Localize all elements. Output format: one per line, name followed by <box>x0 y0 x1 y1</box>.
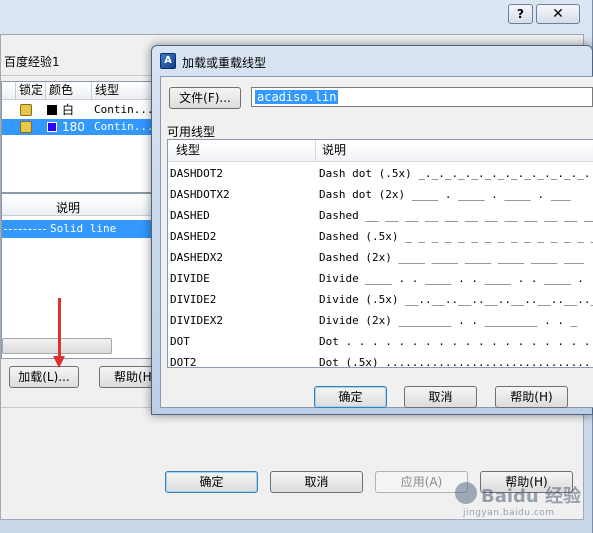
list-item[interactable]: DOT2 Dot (.5x) .........................… <box>168 352 593 368</box>
baidu-paw-icon <box>455 482 477 504</box>
watermark-brand: Baidu 经验 <box>481 486 582 507</box>
list-item[interactable]: DIVIDE Divide ____ . . ____ . . ____ . .… <box>168 268 593 289</box>
details-row-selected[interactable]: Solid line <box>2 220 157 238</box>
linetype-desc: Dashed __ __ __ __ __ __ __ __ __ __ __ … <box>319 209 593 222</box>
available-linetypes-list[interactable]: 线型 说明 DASHDOT2 Dash dot (.5x) _._._._._.… <box>167 139 593 368</box>
linetype-name: DIVIDE <box>170 272 210 285</box>
linetype-desc: Dot (.5x) ..............................… <box>319 356 593 368</box>
file-path-input[interactable]: acadiso.lin <box>251 87 593 107</box>
list-item[interactable]: DASHED2 Dashed (.5x) _ _ _ _ _ _ _ _ _ _… <box>168 226 593 247</box>
autocad-app-icon: A <box>160 53 176 69</box>
linetype-name[interactable]: Contin... <box>94 102 154 118</box>
color-swatch[interactable] <box>47 105 57 115</box>
modal-titlebar[interactable]: A 加载或重载线型 <box>152 46 593 76</box>
title-help-button[interactable]: ? <box>508 4 533 24</box>
list-item[interactable]: DASHEDX2 Dashed (2x) ____ ____ ____ ____… <box>168 247 593 268</box>
layer-col-color[interactable]: 颜色 <box>46 82 92 100</box>
layer-col-lock[interactable]: 锁定 <box>16 82 46 100</box>
linetype-desc: Dash dot (.5x) _._._._._._._._._._._._._… <box>319 167 591 180</box>
details-desc: Solid line <box>50 222 117 235</box>
modal-help-button[interactable]: 帮助(H) <box>495 386 568 408</box>
linetype-name: DASHDOTX2 <box>170 188 230 201</box>
red-arrow-head <box>53 356 65 368</box>
load-reload-linetypes-dialog: A 加载或重载线型 文件(F)... acadiso.lin 可用线型 线型 说… <box>151 45 593 415</box>
list-item[interactable]: DASHED Dashed __ __ __ __ __ __ __ __ __… <box>168 205 593 226</box>
layer-col-blank <box>2 82 16 100</box>
list-item[interactable]: DIVIDEX2 Divide (2x) ________ . . ______… <box>168 310 593 331</box>
bg-titlebar: ? ✕ <box>0 0 593 30</box>
linetype-desc: Divide (.5x) __..__..__..__..__..__..__.… <box>319 293 593 306</box>
file-path-value: acadiso.lin <box>255 90 339 104</box>
available-linetypes-label: 可用线型 <box>167 125 216 139</box>
linetype-name: DOT2 <box>170 356 197 368</box>
horizontal-scrollbar-thumb[interactable] <box>2 338 112 354</box>
linetype-name: DASHEDX2 <box>170 251 223 264</box>
color-swatch[interactable] <box>47 122 57 132</box>
linetype-name: DASHED2 <box>170 230 217 243</box>
red-arrow-annotation <box>58 298 61 358</box>
details-header: 说明 <box>2 196 160 216</box>
lock-icon[interactable] <box>20 121 32 133</box>
list-item[interactable]: DASHDOTX2 Dash dot (2x) ____ . ____ . __… <box>168 184 593 205</box>
continuous-line-sample <box>4 229 46 230</box>
list-item[interactable]: DASHDOT2 Dash dot (.5x) _._._._._._._._.… <box>168 163 593 184</box>
list-item[interactable]: DOT Dot . . . . . . . . . . . . . . . . … <box>168 331 593 352</box>
baidu-watermark: Baidu 经验 jingyan.baidu.com <box>455 478 593 528</box>
linetype-details-panel: 说明 Solid line <box>1 193 161 359</box>
modal-cancel-button[interactable]: 取消 <box>404 386 477 408</box>
layer-row[interactable]: 白 Contin... <box>2 102 160 118</box>
col-description-header[interactable]: 说明 <box>316 140 593 162</box>
linetype-desc: Dash dot (2x) ____ . ____ . ____ . ___ <box>319 188 571 201</box>
linetype-desc: Dashed (2x) ____ ____ ____ ____ ____ ___ <box>319 251 584 264</box>
linetype-name: DASHED <box>170 209 210 222</box>
linetype-name: DIVIDEX2 <box>170 314 223 327</box>
linetype-name: DIVIDE2 <box>170 293 217 306</box>
file-button[interactable]: 文件(F)... <box>169 87 241 109</box>
linetype-name: DOT <box>170 335 190 348</box>
modal-ok-button[interactable]: 确定 <box>314 386 387 408</box>
lock-icon[interactable] <box>20 104 32 116</box>
filter-label: 百度经验1 <box>4 55 60 69</box>
layer-row[interactable]: 180 Contin... <box>2 119 160 135</box>
title-close-button[interactable]: ✕ <box>536 4 580 24</box>
layer-col-linetype[interactable]: 线型 <box>92 82 160 100</box>
col-linetype-header[interactable]: 线型 <box>168 140 316 162</box>
list-item[interactable]: DIVIDE2 Divide (.5x) __..__..__..__..__.… <box>168 289 593 310</box>
watermark-url: jingyan.baidu.com <box>463 508 555 518</box>
linetype-desc: Dot . . . . . . . . . . . . . . . . . . … <box>319 335 593 348</box>
color-name: 白 <box>62 103 75 117</box>
modal-title: 加载或重载线型 <box>182 56 267 70</box>
cancel-button[interactable]: 取消 <box>270 471 363 493</box>
layer-table[interactable]: 锁定 颜色 线型 白 Contin... 180 Contin... <box>1 81 161 248</box>
load-button[interactable]: 加载(L)... <box>9 366 79 388</box>
linetype-name: DASHDOT2 <box>170 167 223 180</box>
linetype-desc: Divide (2x) ________ . . ________ . . _ <box>319 314 578 327</box>
modal-client-area: 文件(F)... acadiso.lin 可用线型 线型 说明 DASHDOT2… <box>160 76 593 408</box>
ok-button[interactable]: 确定 <box>165 471 258 493</box>
linetype-name[interactable]: Contin... <box>94 119 154 135</box>
linetype-desc: Divide ____ . . ____ . . ____ . . ____ .… <box>319 272 593 285</box>
details-col-desc[interactable]: 说明 <box>56 199 80 216</box>
color-name: 180 <box>62 120 85 134</box>
help-button-small[interactable]: 帮助(H <box>99 366 155 388</box>
linetype-desc: Dashed (.5x) _ _ _ _ _ _ _ _ _ _ _ _ _ _… <box>319 230 593 243</box>
